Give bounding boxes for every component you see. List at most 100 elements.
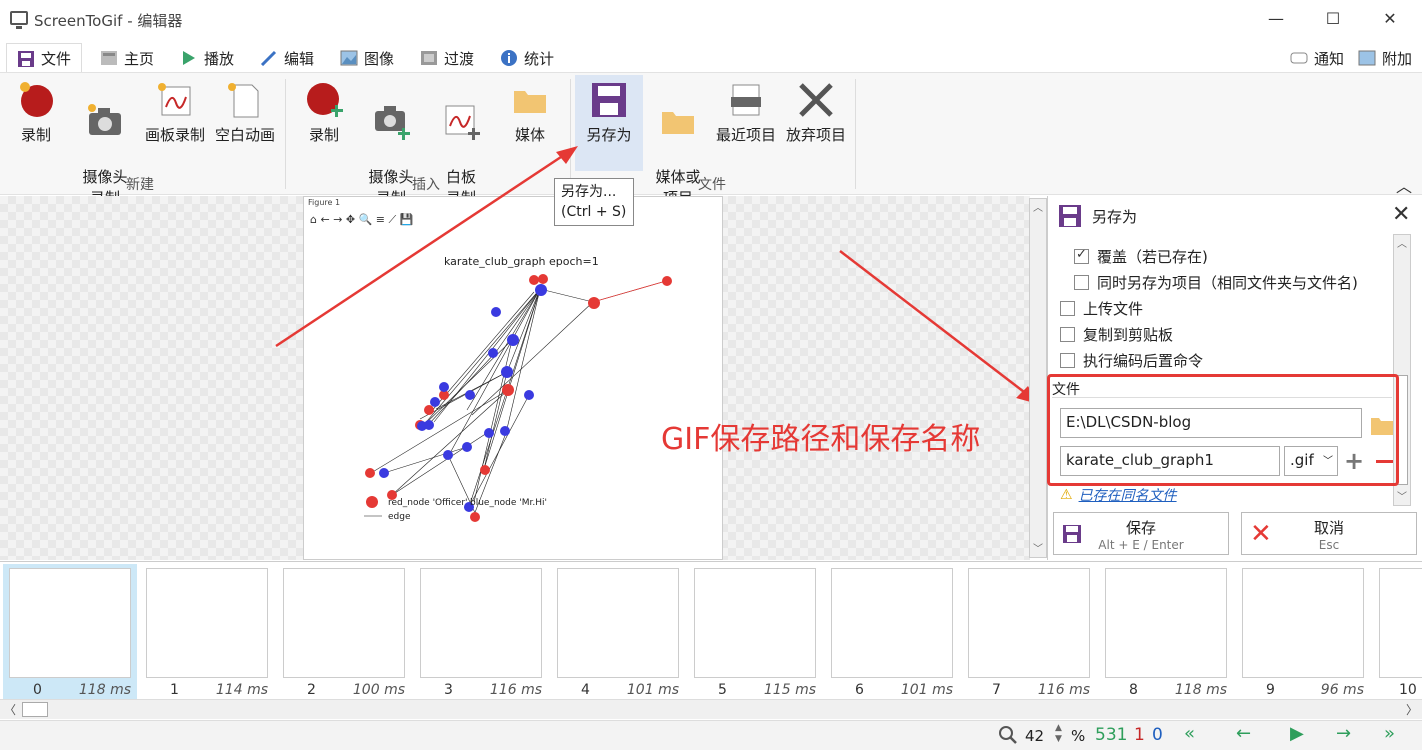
tab-image-label: 图像 [364, 49, 395, 68]
frame-item[interactable]: 10 [1373, 564, 1422, 700]
scroll-up-icon[interactable]: ︿ [1394, 235, 1410, 250]
frame-delay: 114 ms [215, 682, 268, 698]
frame-item[interactable]: 8 118 ms [1099, 564, 1233, 700]
notify-button[interactable]: 通知 [1290, 44, 1344, 72]
frame-item[interactable]: 3 116 ms [414, 564, 548, 700]
save-project-option[interactable]: 同时另存为项目（相同文件夹与文件名) [1074, 272, 1358, 293]
frame-filmstrip: 0 118 ms 1 114 ms 2 100 ms 3 116 ms 4 10… [0, 561, 1422, 719]
play-icon[interactable]: ▶ [1290, 723, 1304, 744]
board-record-label: 画板录制 [144, 126, 205, 144]
frame-delay: 115 ms [763, 682, 816, 698]
save-project-checkbox[interactable] [1074, 275, 1089, 290]
collapse-ribbon-icon[interactable]: ︿ [1396, 173, 1412, 197]
ribbon-tabs: 文件 主页 播放 编辑 图像 过渡 统计 通知 附加 [0, 40, 1422, 73]
tab-home[interactable]: 主页 [100, 44, 154, 72]
scroll-right-icon[interactable]: 〉 [1406, 701, 1418, 718]
status-bar: 42 ▲ ▼ % 531 1 0 « ← ▶ → » [0, 720, 1422, 750]
frame-thumbnail [557, 568, 679, 678]
scroll-thumb[interactable] [22, 702, 48, 717]
insert-record-label: 录制 [308, 126, 339, 144]
frame-item[interactable]: 0 118 ms [3, 564, 137, 700]
warning-icon: ⚠ [1060, 487, 1073, 503]
legend-edge-label: edge [388, 512, 411, 522]
tab-statistics[interactable]: 统计 [500, 44, 554, 72]
clipboard-option[interactable]: 复制到剪贴板 [1060, 324, 1173, 345]
legend-blue-label: blue_node 'Mr.Hi' [470, 498, 547, 508]
frame-number: 3 [444, 682, 453, 698]
blank-animation-button[interactable]: 空白动画 [212, 81, 278, 146]
previous-frame-icon[interactable]: ← [1236, 723, 1251, 744]
zoom-icon [999, 726, 1017, 744]
save-as-label: 另存为 [586, 126, 632, 144]
minimize-button[interactable]: — [1256, 6, 1296, 32]
last-frame-icon[interactable]: » [1384, 723, 1395, 744]
clipboard-checkbox[interactable] [1060, 327, 1075, 342]
maximize-button[interactable]: ☐ [1313, 6, 1353, 32]
post-command-option[interactable]: 执行编码后置命令 [1060, 350, 1203, 371]
save-as-button[interactable]: 另存为 [575, 75, 643, 171]
image-icon [340, 50, 358, 66]
annotation-frame [1047, 374, 1399, 486]
tab-image[interactable]: 图像 [340, 44, 394, 72]
record-button[interactable]: 录制 [14, 81, 58, 146]
tab-transition[interactable]: 过渡 [420, 44, 474, 72]
recent-icon [727, 81, 765, 119]
warning-link[interactable]: 已存在同名文件 [1079, 485, 1177, 505]
zoom-value[interactable]: 42 [1025, 727, 1044, 745]
discard-project-button[interactable]: 放弃项目 [783, 81, 849, 146]
save-button[interactable]: 保存 Alt + E / Enter [1053, 512, 1229, 555]
upload-option[interactable]: 上传文件 [1060, 298, 1143, 319]
frame-item[interactable]: 4 101 ms [551, 564, 685, 700]
extras-icon [1358, 50, 1376, 66]
transition-icon [421, 51, 437, 65]
legend-red-marker [366, 496, 378, 508]
panel-outer-scrollbar[interactable]: ︿ ﹀ [1029, 198, 1047, 558]
overwrite-option[interactable]: 覆盖（若已存在) [1074, 246, 1208, 267]
insert-media-button[interactable]: 媒体 [508, 81, 552, 146]
frame-number: 7 [992, 682, 1001, 698]
frame-thumbnail [146, 568, 268, 678]
insert-media-label: 媒体 [514, 126, 545, 144]
blank-animation-label: 空白动画 [214, 126, 275, 144]
close-button[interactable]: ✕ [1370, 6, 1410, 32]
board-record-button[interactable]: 画板录制 [142, 81, 208, 146]
scroll-left-icon[interactable]: 〈 [4, 701, 16, 718]
frame-item[interactable]: 2 100 ms [277, 564, 411, 700]
plot-window: Figure 1 ⌂ ← → ✥ 🔍 ≡ ⟋ 💾 karate_club_gra… [303, 196, 723, 560]
frame-number: 0 [33, 682, 42, 698]
scroll-down-icon[interactable]: ﹀ [1394, 488, 1410, 503]
tab-edit[interactable]: 编辑 [260, 44, 314, 72]
group-file-label: 文件 [698, 177, 726, 193]
recent-projects-button[interactable]: 最近项目 [713, 81, 779, 146]
post-command-checkbox[interactable] [1060, 353, 1075, 368]
tab-file[interactable]: 文件 [6, 43, 83, 73]
overwrite-checkbox[interactable] [1074, 247, 1089, 264]
current-frame: 0 [1152, 725, 1163, 745]
extra-button[interactable]: 附加 [1358, 44, 1412, 72]
frame-delay: 118 ms [1174, 682, 1227, 698]
notify-label: 通知 [1314, 49, 1345, 68]
frame-number: 9 [1266, 682, 1275, 698]
warning-row: ⚠ 已存在同名文件 [1060, 485, 1177, 505]
insert-record-button[interactable]: 录制 [302, 81, 346, 146]
zoom-stepper[interactable]: ▲ ▼ [1055, 723, 1062, 745]
upload-checkbox[interactable] [1060, 301, 1075, 316]
scroll-up-icon[interactable]: ︿ [1030, 199, 1046, 214]
cancel-button[interactable]: ✕ 取消 Esc [1241, 512, 1417, 555]
frame-item[interactable]: 6 101 ms [825, 564, 959, 700]
annotation-text: GIF保存路径和保存名称 [661, 422, 981, 457]
tab-play[interactable]: 播放 [180, 44, 234, 72]
first-frame-icon[interactable]: « [1184, 723, 1195, 744]
frame-item[interactable]: 7 116 ms [962, 564, 1096, 700]
upload-label: 上传文件 [1083, 300, 1144, 318]
scroll-down-icon[interactable]: ﹀ [1030, 540, 1046, 555]
frame-number: 6 [855, 682, 864, 698]
filmstrip-scrollbar[interactable]: 〈 〉 [0, 699, 1422, 719]
frame-item[interactable]: 1 114 ms [140, 564, 274, 700]
frame-item[interactable]: 5 115 ms [688, 564, 822, 700]
ribbon-separator [855, 79, 856, 189]
frame-item[interactable]: 9 96 ms [1236, 564, 1370, 700]
karate-graph-figure: Figure 1 ⌂ ← → ✥ 🔍 ≡ ⟋ 💾 karate_club_gra… [308, 198, 672, 522]
panel-close-icon[interactable]: ✕ [1392, 202, 1410, 227]
next-frame-icon[interactable]: → [1336, 723, 1351, 744]
